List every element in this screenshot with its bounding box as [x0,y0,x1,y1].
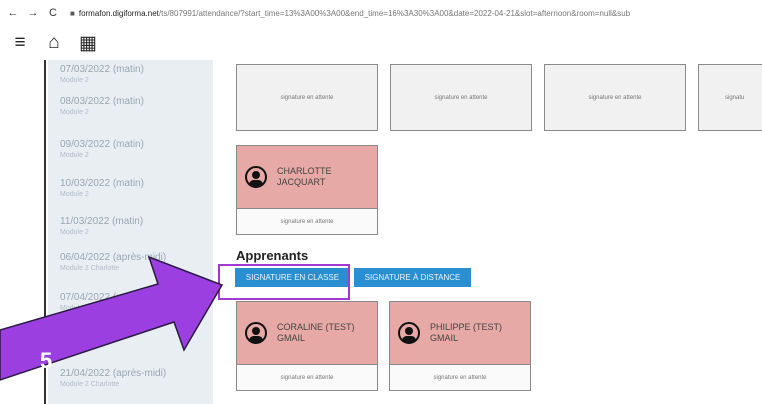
page: ← → C ■ formafon.digiforma.net /ts/80799… [0,0,762,404]
annotation-arrow: 5 [0,255,224,381]
step-number: 5 [40,348,52,373]
arrow-shape [0,255,224,381]
